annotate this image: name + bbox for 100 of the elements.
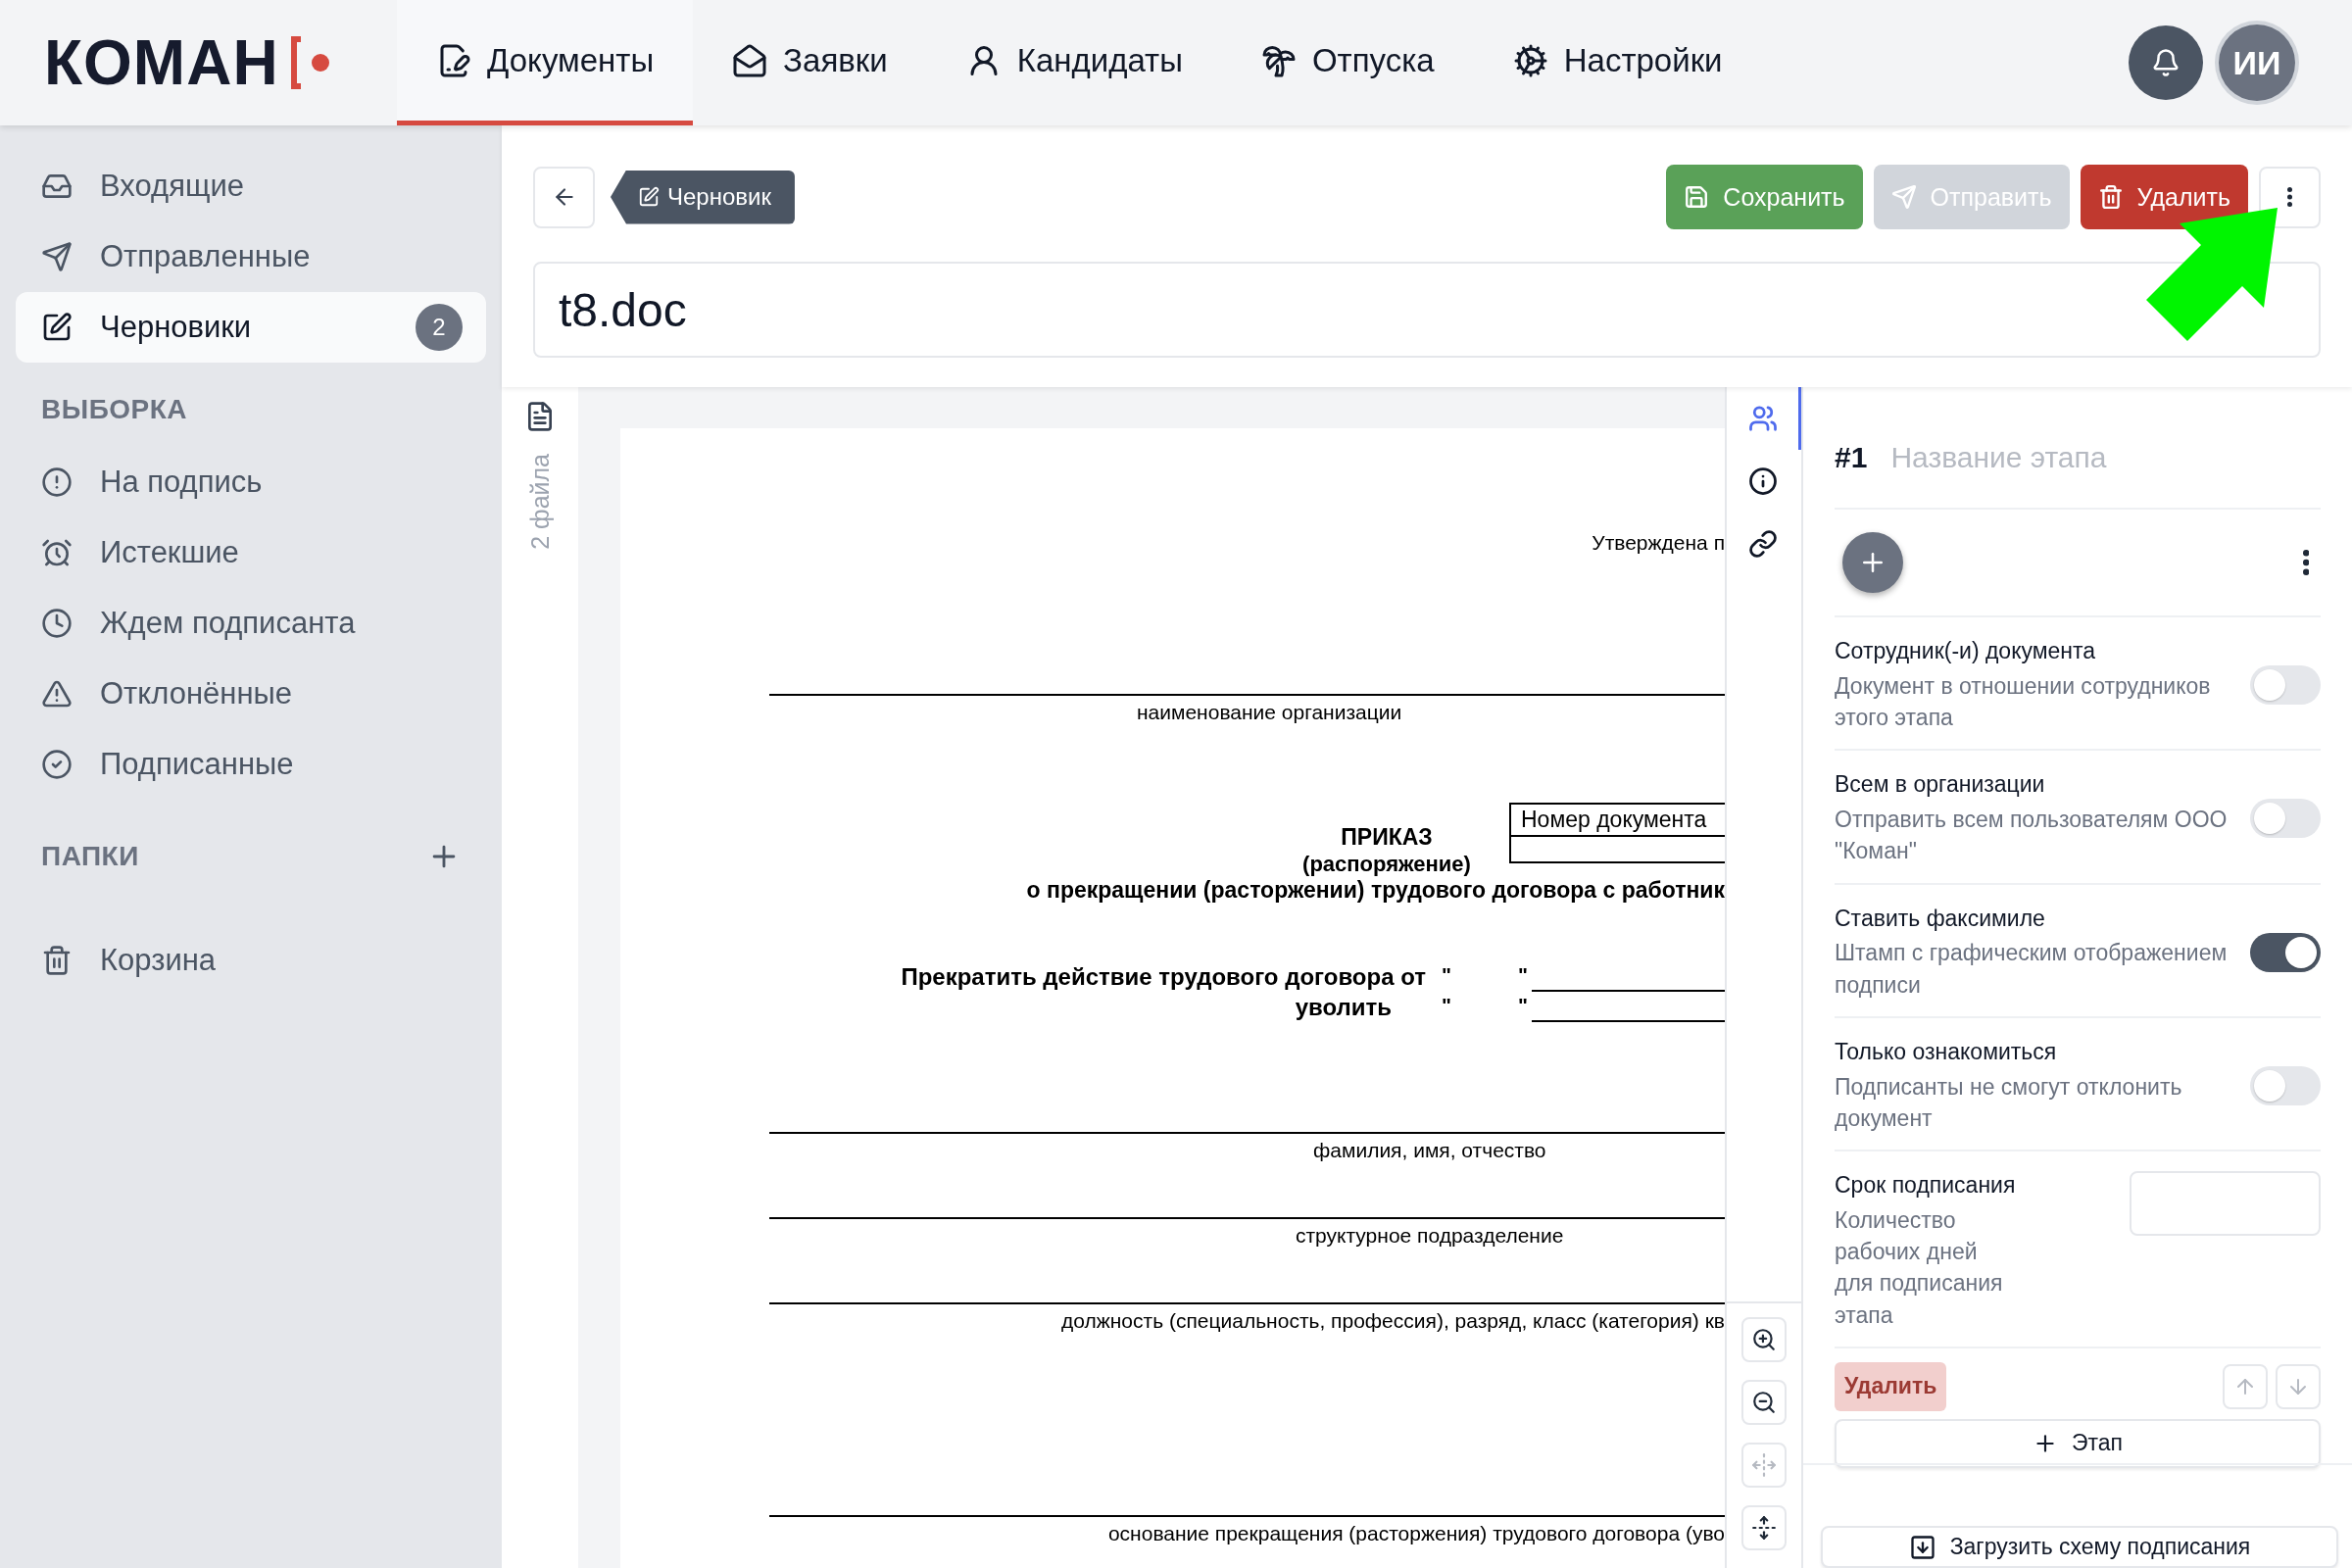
zoom-in-icon	[1751, 1327, 1777, 1352]
document-text: должность (специальность, профессия), разряд, класс (категория) кв	[1061, 1307, 1725, 1334]
exclamation-circle-icon	[41, 466, 73, 498]
paper-plane-icon	[1890, 184, 1917, 210]
nav-tab[interactable]: Настройки	[1473, 0, 1762, 125]
add-signer-button[interactable]	[1842, 532, 1903, 593]
toggle-switch[interactable]	[2250, 799, 2321, 839]
document-text: основание прекращения (расторжения) трудового договора (уво	[1107, 1521, 1725, 1546]
zoom-out-button[interactable]	[1741, 1380, 1787, 1425]
trash-icon	[2097, 184, 2124, 210]
sidebar-item[interactable]: На подпись	[16, 447, 486, 517]
toggle-switch[interactable]	[2250, 932, 2321, 972]
sidebar-item-label: Отправленные	[100, 239, 312, 274]
nav-tab[interactable]: Отпуска	[1221, 0, 1474, 125]
sidebar-item[interactable]: Подписанные	[16, 729, 486, 800]
title-field[interactable]: t8.doc	[533, 262, 2321, 358]
sidebar-item-label: На подпись	[100, 465, 264, 500]
trash-icon	[41, 945, 73, 976]
document-text: "	[1517, 993, 1529, 1017]
more-icon	[2302, 550, 2309, 575]
document-text: структурное подразделение	[1296, 1222, 1564, 1248]
nav-tab[interactable]: Кандидаты	[926, 0, 1222, 125]
alarm-clock-icon	[41, 537, 73, 568]
sidebar-item[interactable]: Черновики 2	[16, 292, 486, 363]
pen-square-icon	[41, 312, 73, 343]
document-text: уволить	[1295, 993, 1392, 1022]
document-text: "	[1517, 962, 1529, 987]
paper-plane-icon	[41, 241, 73, 272]
nav-tab[interactable]: Документы	[397, 0, 694, 125]
status-tag-label: Черновик	[667, 183, 771, 211]
option-title: Только ознакомиться	[1835, 1037, 2058, 1066]
sidebar-item-label: Входящие	[100, 169, 245, 204]
document-text: Утверждена п	[1592, 530, 1725, 556]
sidebar-item-label: Корзина	[100, 943, 218, 978]
fit-height-icon	[1751, 1515, 1777, 1541]
bell-icon	[2151, 48, 2180, 77]
toggle-switch[interactable]	[2250, 1065, 2321, 1105]
nav-tab[interactable]: Заявки	[693, 0, 927, 125]
sidebar-item-label: Истекшие	[100, 535, 240, 570]
document-text: Прекратить действие трудового договора от	[901, 962, 1426, 992]
link-icon	[1747, 529, 1778, 559]
check-circle-icon	[41, 749, 73, 780]
zoom-out-icon	[1751, 1390, 1777, 1415]
save-button[interactable]: Сохранить	[1666, 165, 1863, 229]
warning-icon	[41, 678, 73, 710]
days-input-field[interactable]	[2130, 1171, 2321, 1237]
sidebar-item[interactable]: Входящие	[16, 151, 486, 221]
more-button[interactable]	[2302, 550, 2309, 575]
option-title: Всем в организации	[1835, 770, 2046, 800]
user-avatar[interactable]: ИИ	[2219, 24, 2295, 101]
document-text: (распоряжение)	[1302, 851, 1471, 878]
delete-button[interactable]: Удалить	[2080, 165, 2248, 229]
sidebar-item-label: Ждем подписанта	[100, 606, 357, 641]
document-text: фамилия, имя, отчество	[1313, 1137, 1546, 1162]
stage-number: #1	[1835, 440, 1868, 474]
more-icon	[2287, 187, 2292, 207]
document-text: наименование организации	[1137, 700, 1402, 725]
nav-tab-label: Кандидаты	[1016, 41, 1183, 79]
nav-tab-label: Документы	[487, 41, 655, 79]
fit-height-button[interactable]	[1741, 1505, 1787, 1550]
option-title: Ставить факсимиле	[1835, 904, 2046, 933]
option-description: Штамп с графическим отображением подписи	[1835, 939, 2229, 1000]
logo-text: КОМАН	[44, 26, 279, 99]
download-square-icon	[1908, 1533, 1936, 1561]
option-title: Сотрудник(-и) документа	[1835, 637, 2097, 665]
document-text: "	[1441, 993, 1452, 1017]
add-stage-button[interactable]: Этап	[1835, 1418, 2321, 1468]
option-description: Количество рабочих дней для подписания этапа	[1835, 1205, 2004, 1330]
section-heading: ВЫБОРКА	[41, 394, 188, 425]
option-description: Отправить всем пользователям ООО "Коман"	[1835, 806, 2229, 866]
sidebar-item[interactable]: Ждем подписанта	[16, 588, 486, 659]
option-title: Срок подписания	[1835, 1171, 2016, 1200]
fit-width-icon	[1751, 1452, 1777, 1478]
nav-tab-label: Настройки	[1563, 41, 1723, 79]
load-scheme-button[interactable]: Загрузить схему подписания	[1821, 1526, 2338, 1568]
document-number-box: Номер документа	[1509, 803, 1725, 864]
sidebar-item[interactable]: Корзина	[16, 925, 486, 996]
files-count-label: 2 файла	[525, 454, 555, 550]
toggle-switch[interactable]	[2250, 665, 2321, 706]
sidebar-item[interactable]: Отправленные	[16, 221, 486, 292]
zoom-in-button[interactable]	[1741, 1317, 1787, 1362]
option-description: Подписанты не смогут отклонить документ	[1835, 1072, 2183, 1133]
nav-tab-label: Отпуска	[1311, 41, 1435, 79]
sidebar-item[interactable]: Отклонённые	[16, 659, 486, 729]
option-description: Документ в отношении сотрудников этого этапа	[1835, 671, 2212, 733]
nav-tab-label: Заявки	[783, 41, 888, 79]
sidebar-item[interactable]: Истекшие	[16, 517, 486, 588]
mail-icon	[732, 42, 768, 78]
document-text: о прекращении (расторжении) трудового договора с работник	[1026, 877, 1725, 905]
sidebar-item-label: Отклонённые	[100, 676, 294, 711]
document-heading: ПРИКАЗ	[1341, 824, 1433, 852]
info-icon	[1747, 466, 1778, 496]
sidebar-item-label: Черновики	[100, 310, 253, 345]
section-heading: ПАПКИ	[41, 841, 139, 872]
document-text: "	[1441, 962, 1452, 987]
pen-square-icon	[638, 186, 660, 208]
clock-icon	[41, 608, 73, 639]
count-badge: 2	[416, 304, 463, 351]
sidebar-item-label: Подписанные	[100, 747, 295, 782]
users-icon	[1747, 404, 1778, 433]
